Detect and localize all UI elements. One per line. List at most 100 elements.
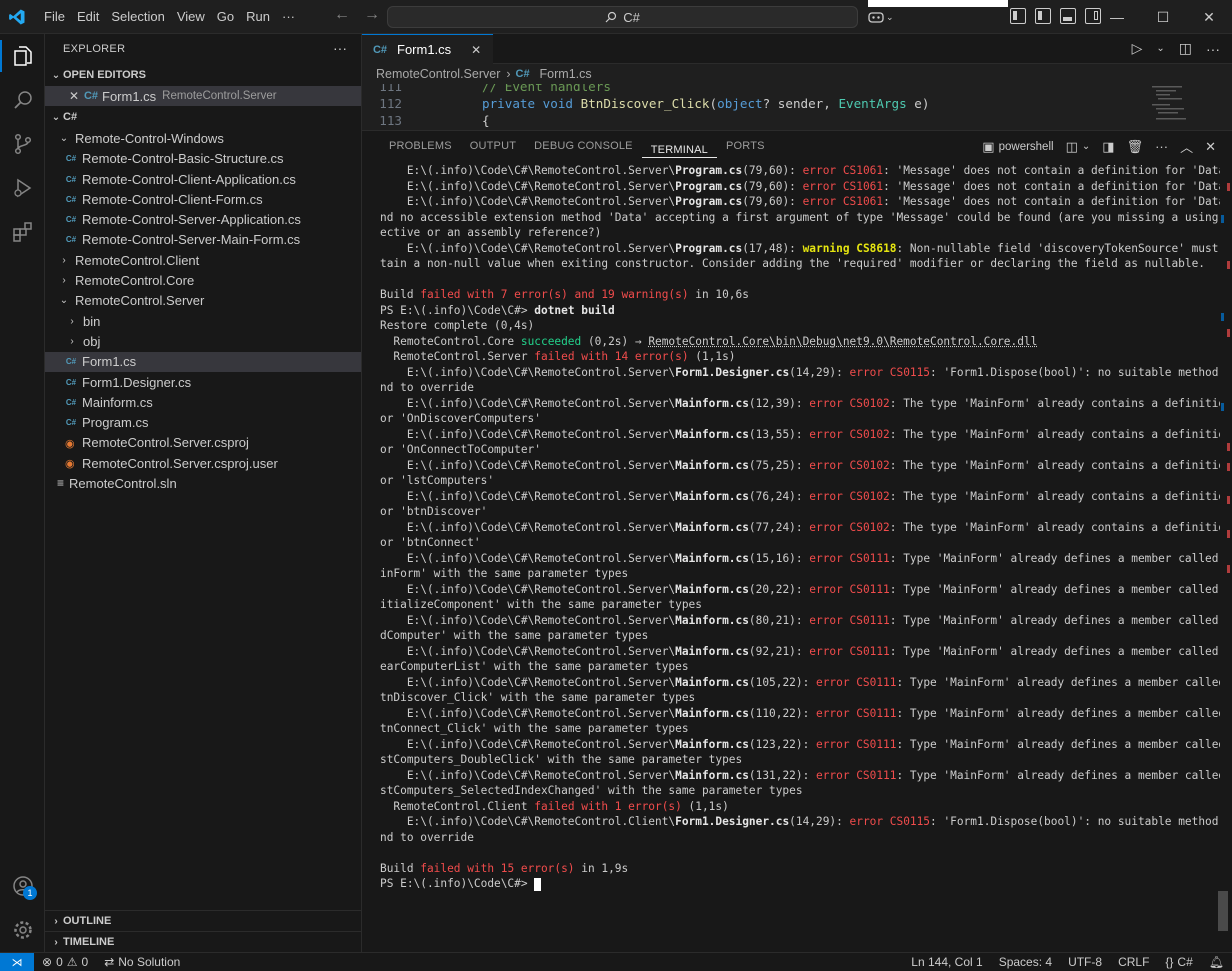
command-center[interactable]: C# <box>387 6 858 28</box>
close-icon[interactable]: ✕ <box>69 89 85 103</box>
menu-item[interactable]: Go <box>211 5 240 29</box>
menu-item[interactable]: ··· <box>276 5 301 29</box>
tree-item[interactable]: C# Remote-Control-Server-Application.cs <box>45 209 361 229</box>
tree-item[interactable]: C# Form1.cs <box>45 352 361 372</box>
tree-item[interactable]: ⌄ Remote-Control-Windows <box>45 128 361 148</box>
menu-item[interactable]: File <box>38 5 71 29</box>
panel-tab-problems[interactable]: PROBLEMS <box>380 131 461 161</box>
tree-item[interactable]: ◉ RemoteControl.Server.csproj.user <box>45 453 361 473</box>
cursor-position[interactable]: Ln 144, Col 1 <box>903 955 990 969</box>
close-panel-icon[interactable]: ✕ <box>1205 139 1216 155</box>
explorer-icon[interactable] <box>0 34 45 78</box>
tree-item[interactable]: C# Mainform.cs <box>45 392 361 412</box>
code-view[interactable]: 111 // Event handlers 112 private void B… <box>362 84 1232 130</box>
outline-section[interactable]: › OUTLINE <box>45 910 361 931</box>
minimap[interactable] <box>1148 84 1212 130</box>
more-actions-icon[interactable]: ··· <box>1206 41 1220 57</box>
minimize-button[interactable]: — <box>1094 0 1140 34</box>
close-button[interactable]: ✕ <box>1186 0 1232 34</box>
tree-item[interactable]: › obj <box>45 331 361 351</box>
split-editor-icon[interactable]: ◫ <box>1179 40 1192 57</box>
timeline-section[interactable]: › TIMELINE <box>45 931 361 952</box>
layout-panel-icon[interactable] <box>1060 8 1076 24</box>
tree-item[interactable]: ⌄ RemoteControl.Server <box>45 291 361 311</box>
tree-item[interactable]: ◉ RemoteControl.Server.csproj <box>45 433 361 453</box>
explorer-sidebar: EXPLORER ··· ⌄ OPEN EDITORS ✕ C# Form1.c… <box>45 34 362 952</box>
open-editors-header[interactable]: ⌄ OPEN EDITORS <box>45 64 361 86</box>
explorer-more-icon[interactable]: ··· <box>333 40 347 56</box>
new-terminal-icon[interactable]: ◫ <box>1066 139 1078 155</box>
language-mode[interactable]: {} C# <box>1157 955 1200 969</box>
chevron-right-icon: › <box>57 275 71 286</box>
terminal-line: stComputers_SelectedIndexChanged' with t… <box>380 783 1220 799</box>
tree-item[interactable]: C# Remote-Control-Client-Form.cs <box>45 189 361 209</box>
remote-indicator-icon[interactable]: ⋊ <box>0 953 34 971</box>
kill-terminal-icon[interactable]: 🗑 <box>1127 139 1144 155</box>
terminal-line: or 'btnDiscover' <box>380 504 1220 520</box>
tree-item[interactable]: C# Remote-Control-Client-Application.cs <box>45 169 361 189</box>
terminal-scrollbar[interactable] <box>1218 891 1228 931</box>
workspace-header[interactable]: ⌄ C# <box>45 106 361 128</box>
tree-item[interactable]: › RemoteControl.Client <box>45 250 361 270</box>
maximize-panel-icon[interactable]: ︿ <box>1180 137 1193 156</box>
terminal-line: E:\(.info)\Code\C#\RemoteControl.Server\… <box>380 613 1220 629</box>
panel-tab-output[interactable]: OUTPUT <box>461 131 525 161</box>
panel-tab-ports[interactable]: PORTS <box>717 131 774 161</box>
menu-item[interactable]: View <box>171 5 211 29</box>
tree-item[interactable]: C# Form1.Designer.cs <box>45 372 361 392</box>
terminal-output[interactable]: E:\(.info)\Code\C#\RemoteControl.Server\… <box>380 163 1220 948</box>
settings-gear-icon[interactable] <box>0 908 45 952</box>
tree-item[interactable]: › RemoteControl.Core <box>45 270 361 290</box>
tree-item[interactable]: C# Remote-Control-Basic-Structure.cs <box>45 149 361 169</box>
problems-indicator[interactable]: ⊗ 0 ⚠ 0 <box>34 955 96 969</box>
terminal-line: E:\(.info)\Code\C#\RemoteControl.Server\… <box>380 737 1220 753</box>
editor-actions: ▷ ⌄ ◫ ··· <box>1132 40 1220 57</box>
forward-arrow-icon[interactable]: → <box>364 6 380 24</box>
search-icon[interactable] <box>0 78 45 122</box>
more-actions-icon[interactable]: ··· <box>1155 139 1168 154</box>
tab-form1-cs[interactable]: C# Form1.cs ✕ <box>362 34 493 64</box>
shell-selector[interactable]: powershell <box>999 141 1054 153</box>
indentation[interactable]: Spaces: 4 <box>991 955 1060 969</box>
split-terminal-icon[interactable]: ◨ <box>1102 139 1114 155</box>
source-control-icon[interactable] <box>0 122 45 166</box>
nav-arrows: ← → <box>334 6 380 24</box>
encoding[interactable]: UTF-8 <box>1060 955 1110 969</box>
menu-item[interactable]: Run <box>240 5 276 29</box>
code-line: 112 private void BtnDiscover_Click(objec… <box>362 95 1232 112</box>
close-icon[interactable]: ✕ <box>471 43 481 57</box>
accounts-icon[interactable]: 1 <box>0 864 45 908</box>
tree-item[interactable]: ≡ RemoteControl.sln <box>45 473 361 493</box>
layout-sidebar-left-icon[interactable] <box>1035 8 1051 24</box>
terminal-line: inForm' with the same parameter types <box>380 566 1220 582</box>
extensions-icon[interactable] <box>0 210 45 254</box>
csharp-file-icon: C# <box>65 173 77 185</box>
solution-indicator[interactable]: ⇄ No Solution <box>96 955 188 969</box>
end-of-line[interactable]: CRLF <box>1110 955 1157 969</box>
copilot-icon[interactable]: ⌄ <box>868 7 896 27</box>
back-arrow-icon[interactable]: ← <box>334 6 350 24</box>
terminal-line: E:\(.info)\Code\C#\RemoteControl.Server\… <box>380 675 1220 691</box>
braces-icon: {} <box>1165 955 1173 969</box>
tree-item[interactable]: › bin <box>45 311 361 331</box>
panel-tab-terminal[interactable]: TERMINAL <box>642 135 717 158</box>
line-number: 113 <box>362 112 402 129</box>
breadcrumb-folder[interactable]: RemoteControl.Server <box>376 67 500 81</box>
maximize-button[interactable]: ☐ <box>1140 0 1186 34</box>
layout-sidebar-icon[interactable] <box>1010 8 1026 24</box>
open-editor-item[interactable]: ✕ C# Form1.cs RemoteControl.Server <box>45 86 361 106</box>
tree-item[interactable]: C# Program.cs <box>45 412 361 432</box>
chevron-right-icon: › <box>65 316 79 327</box>
chevron-down-icon[interactable]: ⌄ <box>1082 141 1090 152</box>
tree-item[interactable]: C# Remote-Control-Server-Main-Form.cs <box>45 230 361 250</box>
menu-item[interactable]: Selection <box>105 5 170 29</box>
run-debug-icon[interactable] <box>0 166 45 210</box>
terminal-line: Build failed with 7 error(s) and 19 warn… <box>380 287 1220 303</box>
csharp-file-icon: C# <box>65 193 77 205</box>
menu-item[interactable]: Edit <box>71 5 105 29</box>
notifications-bell-icon[interactable]: 🔔︎ <box>1201 955 1232 969</box>
panel-tab-debug-console[interactable]: DEBUG CONSOLE <box>525 131 642 161</box>
run-icon[interactable]: ▷ <box>1132 40 1143 57</box>
breadcrumb-file[interactable]: Form1.cs <box>540 67 592 81</box>
chevron-down-icon[interactable]: ⌄ <box>1156 43 1164 54</box>
